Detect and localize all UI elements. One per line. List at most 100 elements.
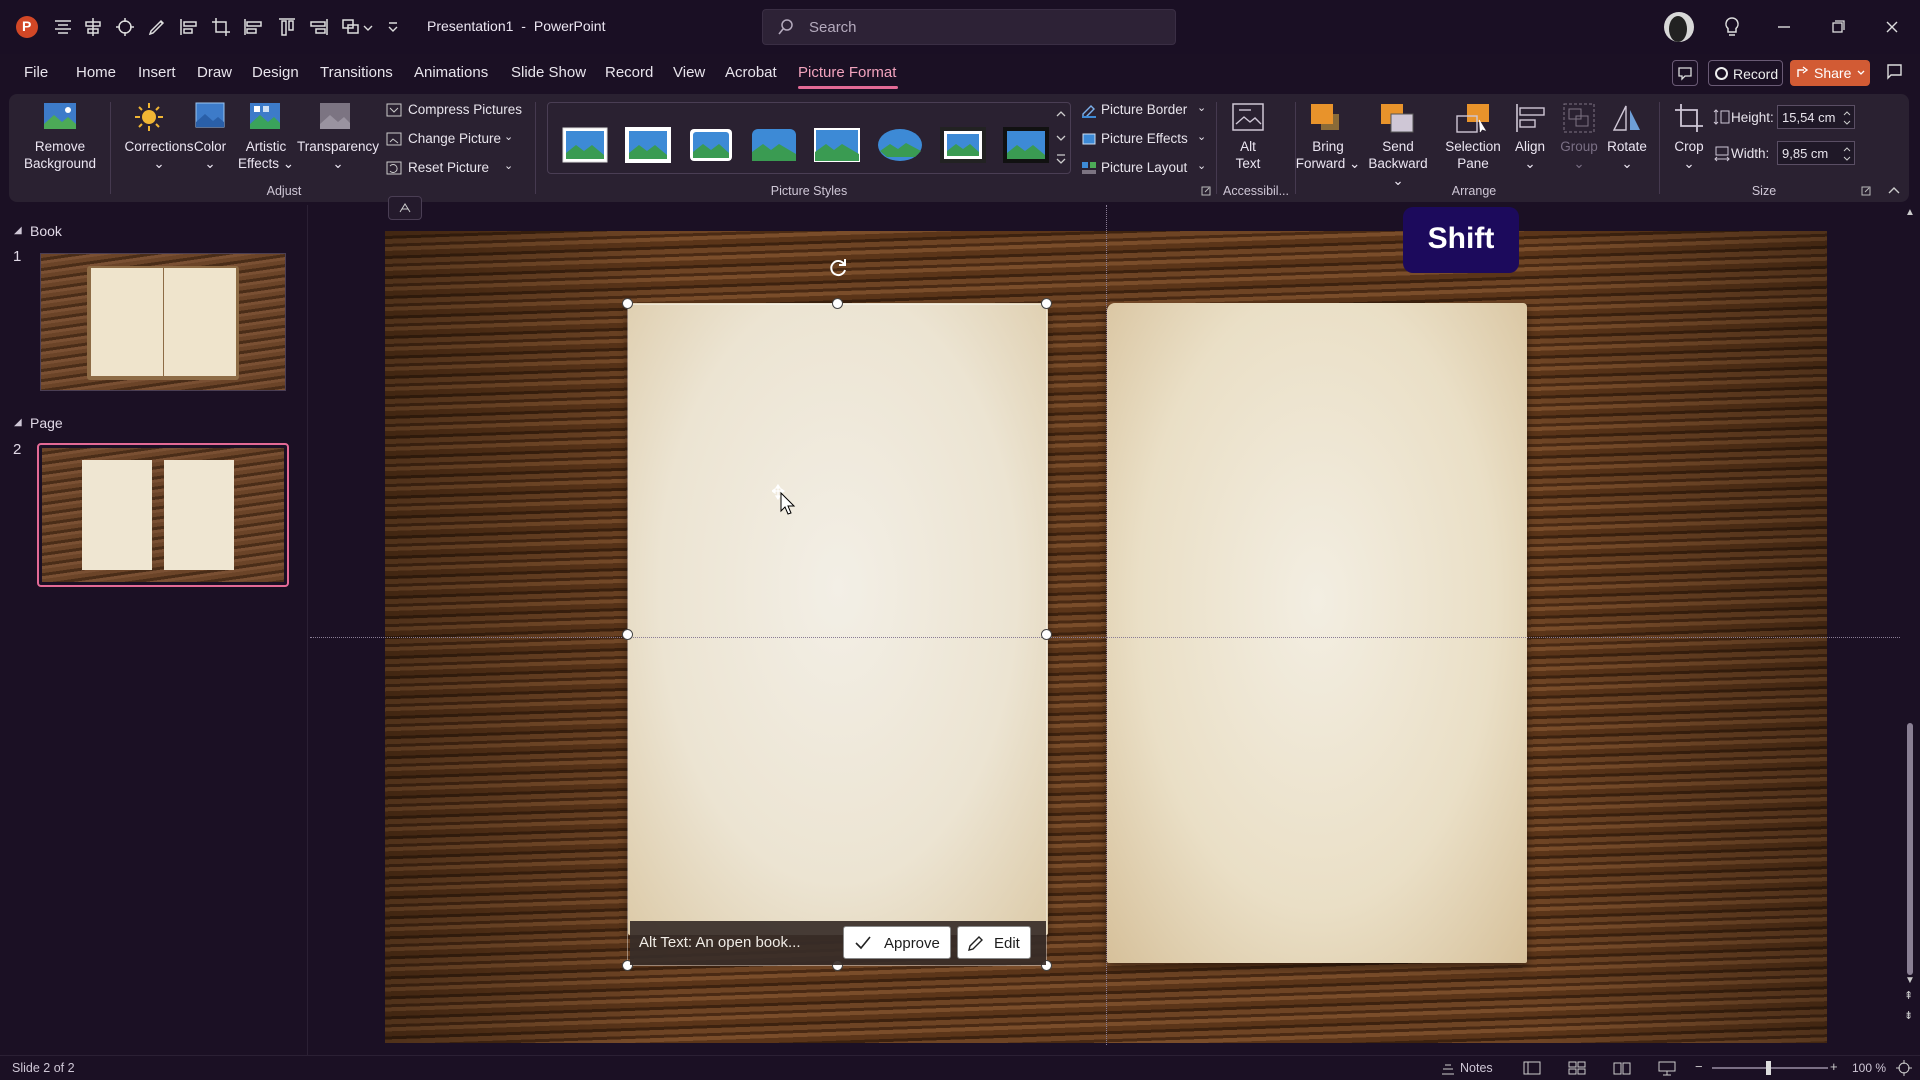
section-title-book[interactable]: Book bbox=[30, 223, 62, 239]
tab-draw[interactable]: Draw bbox=[197, 64, 232, 81]
resize-handle[interactable] bbox=[1041, 629, 1052, 640]
edit-button[interactable]: Edit bbox=[957, 926, 1031, 959]
tab-insert[interactable]: Insert bbox=[138, 64, 176, 81]
restore-icon[interactable] bbox=[1824, 14, 1852, 40]
picture-style-option[interactable] bbox=[877, 127, 923, 163]
gallery-scroll[interactable] bbox=[1054, 107, 1068, 169]
vertical-scrollbar[interactable]: ▲ ▼ ⇞ ⇟ bbox=[1900, 205, 1920, 1055]
align-objects-left-icon[interactable] bbox=[242, 16, 264, 38]
rotate-button[interactable]: Rotate ⌄ bbox=[1601, 138, 1653, 172]
artistic-effects-button[interactable]: Artistic Effects ⌄ bbox=[235, 138, 297, 172]
normal-view-icon[interactable] bbox=[1523, 1060, 1541, 1076]
section-title-page[interactable]: Page bbox=[30, 415, 63, 431]
zoom-slider[interactable] bbox=[1712, 1061, 1828, 1075]
record-button[interactable]: Record bbox=[1708, 60, 1783, 86]
feedback-icon[interactable] bbox=[1884, 60, 1906, 82]
collapse-ribbon-icon[interactable] bbox=[1887, 184, 1901, 196]
search-input[interactable]: Search bbox=[762, 9, 1176, 45]
height-input[interactable]: 15,54 cm bbox=[1777, 105, 1855, 129]
picture-style-option[interactable] bbox=[940, 127, 986, 163]
lightbulb-icon[interactable] bbox=[1718, 14, 1746, 40]
dialog-launcher-icon[interactable] bbox=[1861, 186, 1871, 196]
slide-thumbnail-2[interactable] bbox=[37, 443, 289, 587]
draw-icon[interactable] bbox=[146, 16, 168, 38]
collapse-section-icon[interactable]: ◢ bbox=[14, 225, 22, 236]
tab-home[interactable]: Home bbox=[76, 64, 116, 81]
remove-background-button[interactable]: Remove Background bbox=[17, 138, 103, 172]
bring-forward-button[interactable]: Bring Forward ⌄ bbox=[1295, 138, 1361, 172]
align-button[interactable]: Align ⌄ bbox=[1505, 138, 1555, 172]
tab-file[interactable]: File bbox=[24, 64, 48, 81]
customize-qat-icon[interactable] bbox=[386, 16, 400, 38]
spinner-icon[interactable] bbox=[1842, 108, 1852, 128]
tab-picture-format[interactable]: Picture Format bbox=[798, 64, 896, 81]
tab-animations[interactable]: Animations bbox=[414, 64, 488, 81]
group-button[interactable]: Group ⌄ bbox=[1555, 138, 1603, 172]
scroll-up-icon[interactable]: ▲ bbox=[1905, 207, 1915, 218]
reset-picture-button[interactable]: Reset Picture ⌄ bbox=[386, 158, 516, 180]
picture-style-option[interactable] bbox=[1003, 127, 1049, 163]
tab-transitions[interactable]: Transitions bbox=[320, 64, 393, 81]
zoom-slider-thumb[interactable] bbox=[1766, 1061, 1771, 1075]
tab-acrobat[interactable]: Acrobat bbox=[725, 64, 777, 81]
group-objects-icon[interactable] bbox=[340, 16, 362, 38]
tab-view[interactable]: View bbox=[673, 64, 705, 81]
resize-handle[interactable] bbox=[1041, 298, 1052, 309]
resize-handle[interactable] bbox=[622, 629, 633, 640]
share-button[interactable]: Share bbox=[1790, 60, 1870, 86]
transparency-button[interactable]: Transparency ⌄ bbox=[297, 138, 379, 172]
page-image-right[interactable] bbox=[1107, 303, 1527, 963]
crop-icon[interactable] bbox=[210, 16, 232, 38]
picture-layout-button[interactable]: Picture Layout ⌄ bbox=[1079, 158, 1207, 180]
picture-style-option[interactable] bbox=[751, 127, 797, 163]
picture-effects-button[interactable]: Picture Effects ⌄ bbox=[1079, 129, 1207, 151]
scroll-down-icon[interactable]: ▼ bbox=[1905, 975, 1915, 986]
alt-text-button[interactable]: Alt Text bbox=[1221, 138, 1275, 172]
avatar[interactable] bbox=[1664, 12, 1694, 42]
picture-style-option[interactable] bbox=[562, 127, 608, 163]
tab-record[interactable]: Record bbox=[605, 64, 653, 81]
picture-style-option[interactable] bbox=[814, 127, 860, 163]
selection-pane-button[interactable]: Selection Pane bbox=[1437, 138, 1509, 172]
align-center-icon[interactable] bbox=[52, 16, 74, 38]
width-input[interactable]: 9,85 cm bbox=[1777, 141, 1855, 165]
picture-style-option[interactable] bbox=[625, 127, 671, 163]
fit-to-window-icon[interactable] bbox=[1895, 1059, 1913, 1077]
notes-button[interactable]: Notes bbox=[1440, 1058, 1496, 1078]
minimize-icon[interactable] bbox=[1770, 14, 1798, 40]
tab-design[interactable]: Design bbox=[252, 64, 299, 81]
color-button[interactable]: Color ⌄ bbox=[187, 138, 233, 172]
scroll-thumb[interactable] bbox=[1907, 723, 1913, 975]
slide-show-icon[interactable] bbox=[1658, 1060, 1676, 1076]
zoom-in-icon[interactable]: + bbox=[1830, 1059, 1838, 1074]
picture-style-option[interactable] bbox=[688, 127, 734, 163]
crop-button[interactable]: Crop ⌄ bbox=[1665, 138, 1713, 172]
picture-border-button[interactable]: Picture Border ⌄ bbox=[1079, 100, 1207, 122]
send-backward-button[interactable]: Send Backward ⌄ bbox=[1361, 138, 1435, 189]
spinner-icon[interactable] bbox=[1842, 144, 1852, 164]
shape-icon[interactable] bbox=[114, 16, 136, 38]
align-top-icon[interactable] bbox=[276, 16, 298, 38]
slide-thumbnail-1[interactable] bbox=[40, 253, 286, 391]
close-icon[interactable] bbox=[1878, 14, 1906, 40]
resize-handle[interactable] bbox=[832, 298, 843, 309]
distribute-icon[interactable] bbox=[82, 16, 104, 38]
designer-button[interactable] bbox=[388, 196, 422, 220]
next-slide-icon[interactable]: ⇟ bbox=[1904, 1011, 1913, 1022]
collapse-section-icon[interactable]: ◢ bbox=[14, 417, 22, 428]
align-left-icon[interactable] bbox=[178, 16, 200, 38]
dialog-launcher-icon[interactable] bbox=[1201, 186, 1211, 196]
zoom-out-icon[interactable]: − bbox=[1695, 1059, 1703, 1074]
slide-sorter-icon[interactable] bbox=[1568, 1060, 1586, 1076]
resize-handle[interactable] bbox=[622, 298, 633, 309]
chevron-down-icon[interactable] bbox=[362, 16, 374, 38]
reading-view-icon[interactable] bbox=[1613, 1060, 1631, 1076]
previous-slide-icon[interactable]: ⇞ bbox=[1904, 991, 1913, 1002]
tab-slide-show[interactable]: Slide Show bbox=[511, 64, 586, 81]
align-right-icon[interactable] bbox=[308, 16, 330, 38]
rotate-handle-icon[interactable] bbox=[827, 256, 849, 278]
comments-button[interactable] bbox=[1672, 60, 1698, 86]
approve-button[interactable]: Approve bbox=[843, 926, 951, 959]
zoom-level[interactable]: 100 % bbox=[1852, 1061, 1886, 1075]
change-picture-button[interactable]: Change Picture ⌄ bbox=[386, 129, 516, 151]
